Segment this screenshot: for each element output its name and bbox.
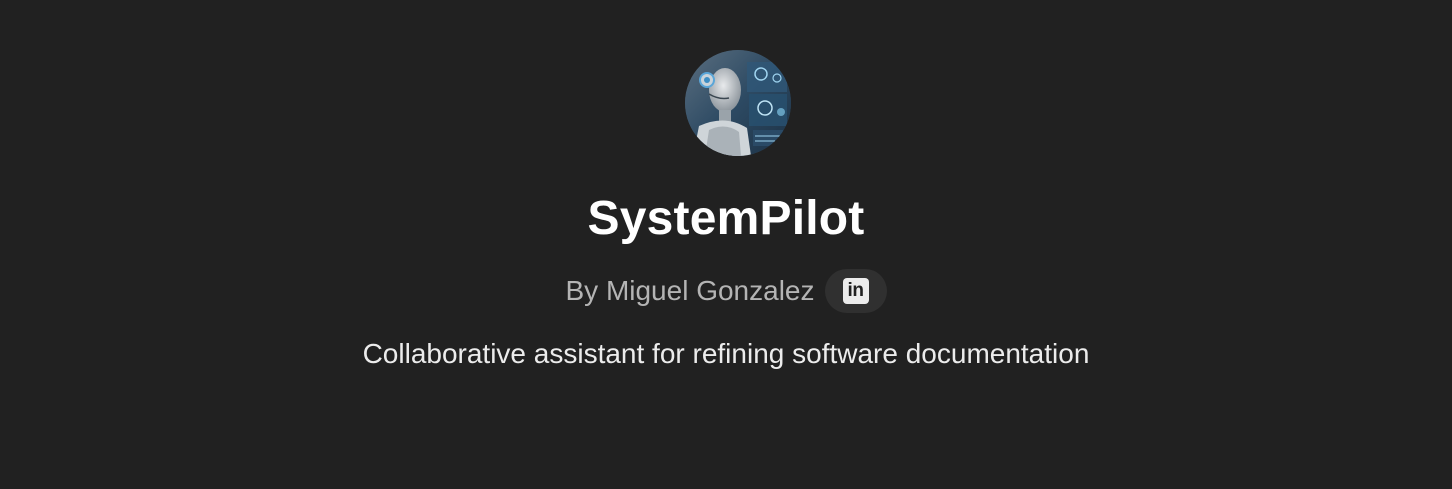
linkedin-icon: in (842, 278, 869, 304)
gpt-name: SystemPilot (587, 192, 865, 245)
author-name: By Miguel Gonzalez (565, 275, 815, 306)
gpt-description: Collaborative assistant for refining sof… (362, 338, 1090, 369)
gpt-avatar (685, 50, 791, 156)
robot-portrait-image (685, 50, 791, 156)
gpt-profile-header: SystemPilot By Miguel Gonzalez in Collab… (0, 0, 1452, 489)
author-row: By Miguel Gonzalez in (0, 268, 1452, 314)
linkedin-button[interactable]: in (824, 269, 887, 313)
